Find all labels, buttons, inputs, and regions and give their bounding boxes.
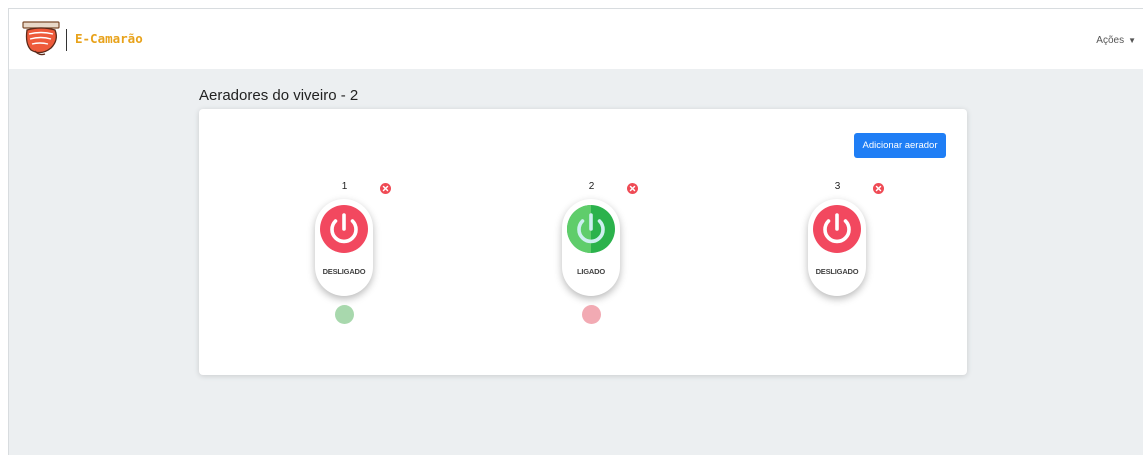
app-frame: E-Camarão Ações ▼ Aeradores do viveiro - … [8, 8, 1143, 455]
actions-menu[interactable]: Ações ▼ [1096, 35, 1136, 46]
aerator-1: 1 DESLIGADO [302, 181, 422, 331]
aerator-state-label: DESLIGADO [815, 267, 859, 276]
aerator-number: 2 [588, 181, 595, 192]
brand-separator [66, 29, 67, 51]
page-title: Aeradores do viveiro - 2 [199, 87, 359, 104]
aerator-3: 3 DESLIGADO [795, 181, 915, 331]
remove-icon[interactable] [380, 183, 391, 194]
aerator-number: 3 [834, 181, 841, 192]
aerator-toggle[interactable]: LIGADO [562, 199, 620, 296]
navbar: E-Camarão Ações ▼ [9, 9, 1143, 69]
shrimp-logo-icon [22, 21, 60, 56]
aerator-toggle[interactable]: DESLIGADO [808, 199, 866, 296]
aerator-state-label: DESLIGADO [322, 267, 366, 276]
remove-icon[interactable] [873, 183, 884, 194]
add-aerator-button[interactable]: Adicionar aerador [854, 133, 946, 158]
status-indicator [335, 305, 354, 324]
aerator-toggle[interactable]: DESLIGADO [315, 199, 373, 296]
power-icon [320, 205, 368, 253]
caret-down-icon: ▼ [1128, 36, 1136, 45]
aerators-card: Adicionar aerador 1 DESLIGADO 2 LIGADO 3… [199, 109, 967, 375]
aerator-number: 1 [341, 181, 348, 192]
actions-label: Ações [1096, 35, 1125, 46]
power-icon [567, 205, 615, 253]
power-icon [813, 205, 861, 253]
aerator-state-label: LIGADO [577, 267, 605, 276]
remove-icon[interactable] [627, 183, 638, 194]
aerator-2: 2 LIGADO [549, 181, 669, 331]
status-indicator [582, 305, 601, 324]
brand-name[interactable]: E-Camarão [75, 31, 143, 46]
